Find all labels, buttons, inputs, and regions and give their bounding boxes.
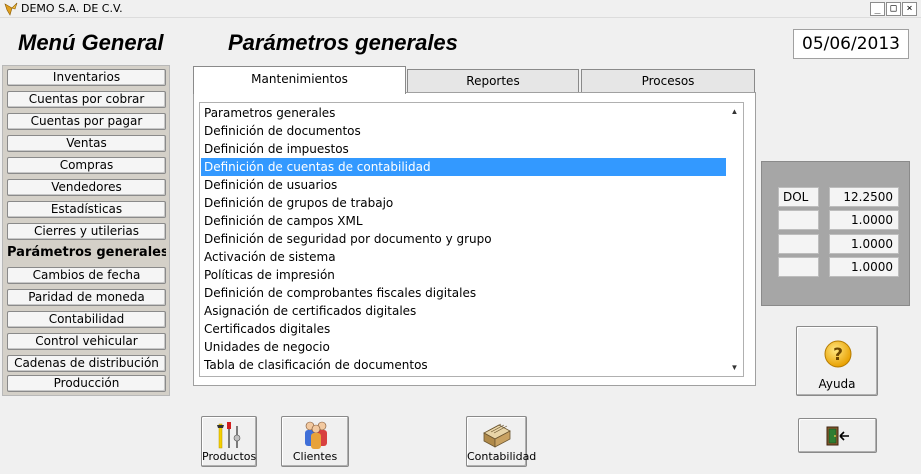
products-label: Productos xyxy=(202,450,257,463)
exit-door-icon xyxy=(826,426,849,446)
menu-item-parametros-generales[interactable]: Parámetros generales xyxy=(7,245,166,262)
app-icon xyxy=(4,2,18,16)
list-item[interactable]: Tabla de clasificación de documentos xyxy=(201,356,726,374)
list-item[interactable]: Definición de comprobantes fiscales digi… xyxy=(201,284,726,302)
menu-item-compras[interactable]: Compras xyxy=(7,157,166,174)
menu-item-ventas[interactable]: Ventas xyxy=(7,135,166,152)
currency-code-field[interactable] xyxy=(778,257,819,277)
window-title: DEMO S.A. DE C.V. xyxy=(21,2,123,15)
menu-item-inventarios[interactable]: Inventarios xyxy=(7,69,166,86)
currency-code-field[interactable]: DOL xyxy=(778,187,819,207)
list-item[interactable]: Políticas de impresión xyxy=(201,266,726,284)
menu-item-cadenas-de-distribucion[interactable]: Cadenas de distribución xyxy=(7,355,166,372)
currency-panel: DOL 12.2500 1.0000 1.0000 1.0000 xyxy=(761,161,910,306)
minimize-button[interactable]: _ xyxy=(870,2,885,16)
main-menu: Inventarios Cuentas por cobrar Cuentas p… xyxy=(2,65,170,396)
svg-text:?: ? xyxy=(833,345,843,365)
page-title: Parámetros generales xyxy=(228,30,458,55)
list-item[interactable]: Definición de documentos xyxy=(201,122,726,140)
list-item-selected[interactable]: Definición de cuentas de contabilidad xyxy=(201,158,726,176)
list-item[interactable]: Definición de usuarios xyxy=(201,176,726,194)
clients-icon xyxy=(305,421,327,449)
close-button[interactable]: × xyxy=(902,2,917,16)
currency-code-field[interactable] xyxy=(778,210,819,230)
maximize-button[interactable]: □ xyxy=(886,2,901,16)
question-icon: ? xyxy=(824,340,852,368)
menu-item-cierres-y-utilerias[interactable]: Cierres y utilerias xyxy=(7,223,166,240)
menu-item-paridad-de-moneda[interactable]: Paridad de moneda xyxy=(7,289,166,306)
date-display: 05/06/2013 xyxy=(793,29,909,59)
menu-title: Menú General xyxy=(18,30,164,55)
accounting-label: Contabilidad xyxy=(467,450,537,463)
currency-code-field[interactable] xyxy=(778,234,819,254)
tab-mantenimientos[interactable]: Mantenimientos xyxy=(193,66,406,94)
list-item[interactable]: Activación de sistema xyxy=(201,248,726,266)
list-item[interactable]: Definición de campos XML xyxy=(201,212,726,230)
currency-rate-field[interactable]: 12.2500 xyxy=(829,187,899,207)
list-item[interactable]: Parametros generales xyxy=(201,104,726,122)
list-item[interactable]: Unidades de negocio xyxy=(201,338,726,356)
clients-button[interactable]: Clientes xyxy=(281,416,349,467)
tab-reportes[interactable]: Reportes xyxy=(407,69,579,92)
help-label: Ayuda xyxy=(818,377,856,391)
scroll-down-arrow-icon[interactable]: ▼ xyxy=(730,363,739,372)
list-item[interactable]: Definición de seguridad por documento y … xyxy=(201,230,726,248)
maintenance-list[interactable]: Parametros generales Definición de docum… xyxy=(199,102,744,377)
title-bar: DEMO S.A. DE C.V. _ □ × xyxy=(0,0,921,18)
menu-item-estadisticas[interactable]: Estadísticas xyxy=(7,201,166,218)
list-item[interactable]: Definición de impuestos xyxy=(201,140,726,158)
products-icon xyxy=(217,422,241,449)
menu-item-cambios-de-fecha[interactable]: Cambios de fecha xyxy=(7,267,166,284)
menu-item-control-vehicular[interactable]: Control vehicular xyxy=(7,333,166,350)
help-button[interactable]: ? Ayuda xyxy=(796,326,878,396)
currency-rate-field[interactable]: 1.0000 xyxy=(829,234,899,254)
currency-rate-field[interactable]: 1.0000 xyxy=(829,210,899,230)
menu-item-contabilidad[interactable]: Contabilidad xyxy=(7,311,166,328)
accounting-button[interactable]: Contabilidad xyxy=(466,416,537,467)
list-item[interactable]: Definición de grupos de trabajo xyxy=(201,194,726,212)
menu-item-vendedores[interactable]: Vendedores xyxy=(7,179,166,196)
list-scrollbar[interactable]: ▲ ▼ xyxy=(726,103,743,376)
currency-rate-field[interactable]: 1.0000 xyxy=(829,257,899,277)
list-item[interactable]: Certificados digitales xyxy=(201,320,726,338)
menu-item-cuentas-por-cobrar[interactable]: Cuentas por cobrar xyxy=(7,91,166,108)
products-button[interactable]: Productos xyxy=(201,416,257,467)
accounting-file-box-icon xyxy=(483,423,511,448)
menu-item-produccion[interactable]: Producción xyxy=(7,375,166,392)
exit-button[interactable] xyxy=(798,418,877,453)
clients-label: Clientes xyxy=(292,450,338,463)
scroll-up-arrow-icon[interactable]: ▲ xyxy=(730,107,739,116)
menu-item-cuentas-por-pagar[interactable]: Cuentas por pagar xyxy=(7,113,166,130)
list-item[interactable]: Asignación de certificados digitales xyxy=(201,302,726,320)
tab-procesos[interactable]: Procesos xyxy=(581,69,755,92)
